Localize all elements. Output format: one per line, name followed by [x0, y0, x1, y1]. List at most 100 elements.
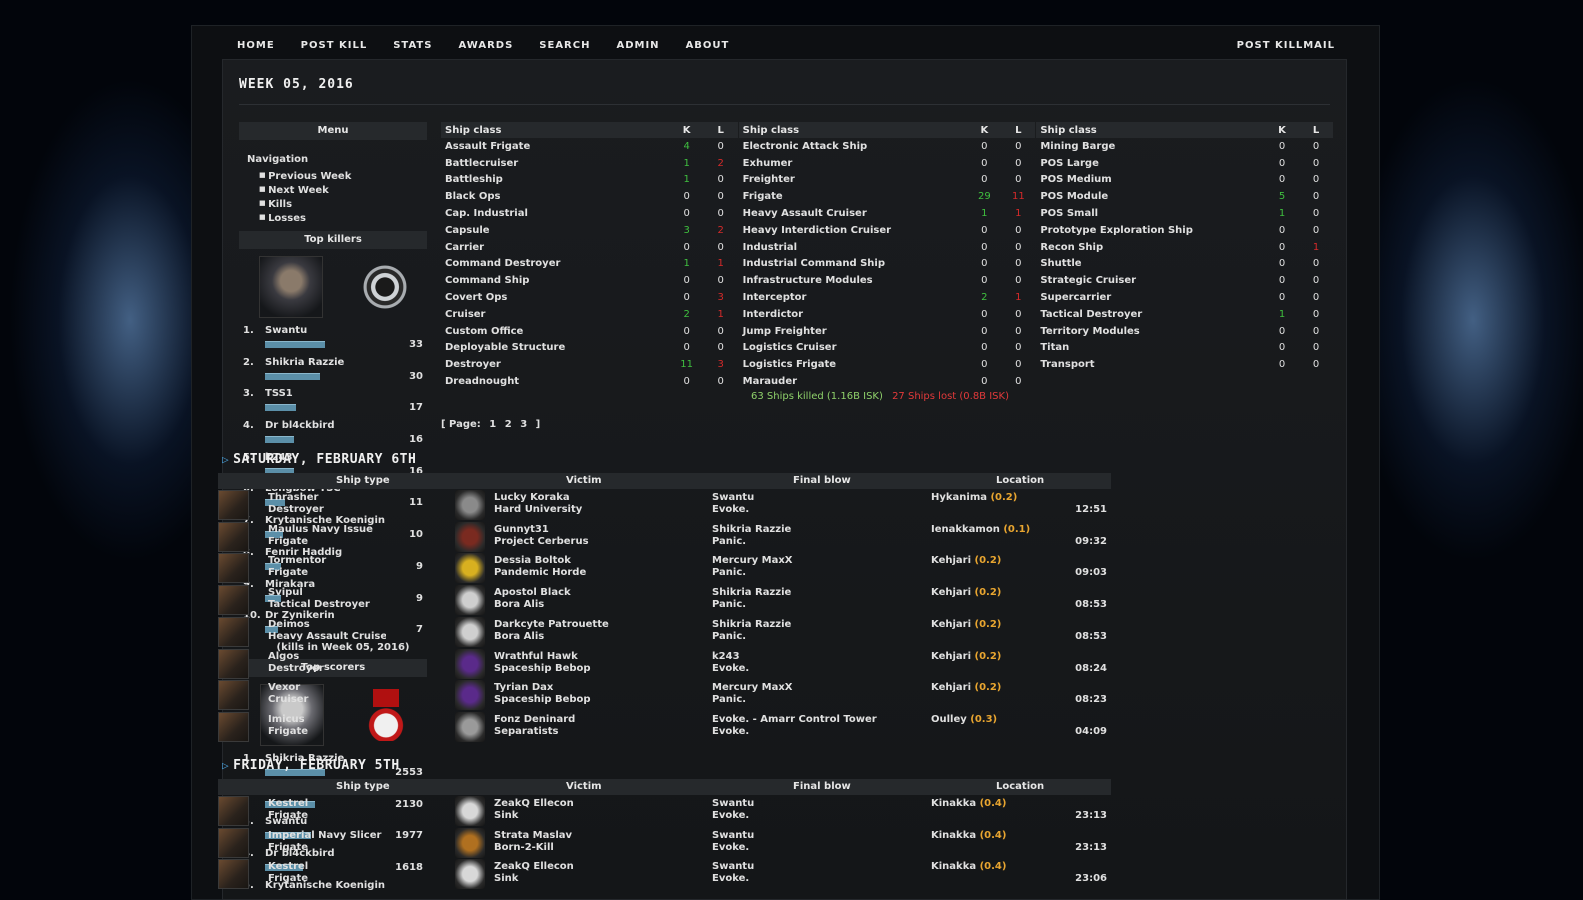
system-name[interactable]: Kinakka	[931, 830, 980, 841]
victim-corp-logo[interactable]	[455, 521, 485, 552]
ship-thumbnail[interactable]	[218, 796, 249, 826]
kill-row[interactable]: Thrasher Destroyer Lucky Koraka Hard Univer…	[218, 489, 1111, 521]
nav-stats[interactable]: STATS	[393, 40, 432, 51]
final-blow-corp[interactable]: Panic.	[712, 599, 927, 610]
ship-thumbnail[interactable]	[218, 711, 249, 742]
victim-corp-logo[interactable]	[455, 490, 485, 520]
ship-class-name[interactable]: Logistics Frigate	[739, 356, 968, 373]
ship-type-name[interactable]: Algos	[268, 651, 448, 662]
location[interactable]: Kehjari (0.2)	[931, 555, 1001, 566]
victim-corp-logo[interactable]	[455, 680, 485, 711]
system-name[interactable]: Kehjari	[931, 651, 975, 662]
victim-corp[interactable]: Sink	[494, 873, 704, 884]
expand-triangle-icon[interactable]: ▷	[222, 453, 229, 466]
final-blow-corp[interactable]: Panic.	[712, 567, 927, 578]
final-blow-corp[interactable]: Panic.	[712, 536, 927, 547]
ship-thumbnail[interactable]	[218, 585, 249, 616]
location[interactable]: Hykanima (0.2)	[931, 492, 1017, 503]
victim-corp[interactable]: Separatists	[494, 726, 704, 737]
victim-corp[interactable]: Bora Alis	[494, 599, 704, 610]
victim-name[interactable]: Wrathful Hawk	[494, 651, 704, 662]
ship-class-name[interactable]: Shuttle	[1036, 256, 1265, 273]
final-blow-name[interactable]: Swantu	[712, 830, 927, 841]
victim-corp[interactable]: Bora Alis	[494, 631, 704, 642]
victim-corp[interactable]: Spaceship Bebop	[494, 663, 704, 674]
location[interactable]: Kinakka (0.4)	[931, 861, 1006, 872]
ship-type-name[interactable]: Thrasher	[268, 492, 448, 503]
ship-class-name[interactable]: Transport	[1036, 356, 1265, 373]
ship-class-name[interactable]: POS Small	[1036, 205, 1265, 222]
link-losses[interactable]: Losses	[259, 211, 427, 225]
location[interactable]: Kehjari (0.2)	[931, 619, 1001, 630]
ship-class-name[interactable]: Infrastructure Modules	[739, 272, 968, 289]
top-killer-avatar[interactable]	[259, 256, 323, 318]
location[interactable]: Kinakka (0.4)	[931, 798, 1006, 809]
location[interactable]: Kehjari (0.2)	[931, 682, 1001, 693]
expand-triangle-icon[interactable]: ▷	[222, 759, 229, 772]
final-blow-corp[interactable]: Evoke.	[712, 663, 927, 674]
ship-class-name[interactable]: Electronic Attack Ship	[739, 138, 968, 155]
system-name[interactable]: Kinakka	[931, 861, 980, 872]
final-blow-name[interactable]: Shikria Razzie	[712, 587, 927, 598]
ship-class-name[interactable]: Cap. Industrial	[441, 205, 670, 222]
kill-row[interactable]: Deimos Heavy Assault Cruise Darkcyte Patro…	[218, 616, 1111, 648]
kill-row[interactable]: Tormentor Frigate Dessia Boltok Pandemic Ho…	[218, 552, 1111, 584]
kill-row[interactable]: Vexor Cruiser Tyrian Dax Spaceship Bebop Mer…	[218, 679, 1111, 711]
ship-class-name[interactable]: Strategic Cruiser	[1036, 272, 1265, 289]
location[interactable]: Kehjari (0.2)	[931, 587, 1001, 598]
ship-class-name[interactable]: POS Module	[1036, 188, 1265, 205]
ship-class-name[interactable]: Covert Ops	[441, 289, 670, 306]
system-name[interactable]: Kinakka	[931, 798, 980, 809]
victim-corp-logo[interactable]	[455, 585, 485, 616]
ship-class-name[interactable]: Command Destroyer	[441, 256, 670, 273]
ship-class-name[interactable]: Territory Modules	[1036, 323, 1265, 340]
final-blow-name[interactable]: Evoke. - Amarr Control Tower	[712, 714, 927, 725]
final-blow-name[interactable]: Swantu	[712, 798, 927, 809]
pager-page-1[interactable]: 1	[489, 419, 496, 430]
victim-name[interactable]: Fonz Deninard	[494, 714, 704, 725]
victim-corp[interactable]: Pandemic Horde	[494, 567, 704, 578]
system-name[interactable]: Oulley	[931, 714, 970, 725]
victim-corp-logo[interactable]	[455, 827, 485, 858]
ship-type-name[interactable]: Imicus	[268, 714, 448, 725]
victim-corp-logo[interactable]	[455, 648, 485, 679]
location[interactable]: Ienakkamon (0.1)	[931, 524, 1030, 535]
rank-pilot-name[interactable]: Dr bl4ckbird	[265, 420, 335, 431]
nav-admin[interactable]: ADMIN	[616, 40, 659, 51]
system-name[interactable]: Kehjari	[931, 555, 975, 566]
link-previous-week[interactable]: Previous Week	[259, 169, 427, 183]
final-blow-corp[interactable]: Evoke.	[712, 810, 927, 821]
ship-thumbnail[interactable]	[218, 616, 249, 647]
final-blow-name[interactable]: Shikria Razzie	[712, 619, 927, 630]
ship-class-name[interactable]: Dreadnought	[441, 373, 670, 390]
final-blow-name[interactable]: Mercury MaxX	[712, 555, 927, 566]
ship-class-name[interactable]: Battlecruiser	[441, 155, 670, 172]
nav-home[interactable]: HOME	[237, 40, 275, 51]
ship-thumbnail[interactable]	[218, 521, 249, 552]
ship-class-name[interactable]: Interdictor	[739, 306, 968, 323]
pager-page-2[interactable]: 2	[505, 419, 512, 430]
final-blow-corp[interactable]: Evoke.	[712, 842, 927, 853]
final-blow-corp[interactable]: Panic.	[712, 631, 927, 642]
victim-corp-logo[interactable]	[455, 711, 485, 742]
ship-class-name[interactable]: Industrial Command Ship	[739, 256, 968, 273]
location[interactable]: Oulley (0.3)	[931, 714, 997, 725]
ship-class-name[interactable]: Destroyer	[441, 356, 670, 373]
victim-corp[interactable]: Hard University	[494, 504, 704, 515]
kill-row[interactable]: Maulus Navy Issue Frigate Gunnyt31 Project …	[218, 521, 1111, 553]
ship-class-name[interactable]: Capsule	[441, 222, 670, 239]
system-name[interactable]: Kehjari	[931, 587, 975, 598]
ship-class-name[interactable]: Battleship	[441, 172, 670, 189]
ship-type-name[interactable]: Deimos	[268, 619, 448, 630]
ship-class-name[interactable]: Industrial	[739, 239, 968, 256]
ship-type-name[interactable]: Imperial Navy Slicer	[268, 830, 448, 841]
ship-type-name[interactable]: Tormentor	[268, 555, 448, 566]
kill-row[interactable]: Kestrel Frigate ZeakQ Ellecon Sink Swantu Evo…	[218, 858, 1111, 890]
final-blow-name[interactable]: k243	[712, 651, 927, 662]
ship-class-name[interactable]: Supercarrier	[1036, 289, 1265, 306]
ship-thumbnail[interactable]	[218, 553, 249, 584]
rank-pilot-name[interactable]: Shikria Razzie	[265, 357, 344, 368]
final-blow-name[interactable]: Swantu	[712, 492, 927, 503]
ship-class-name[interactable]: Mining Barge	[1036, 138, 1265, 155]
final-blow-corp[interactable]: Evoke.	[712, 873, 927, 884]
